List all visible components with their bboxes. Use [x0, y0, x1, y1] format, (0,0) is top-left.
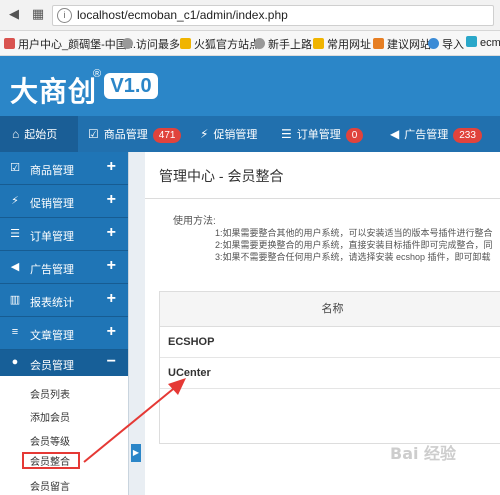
subnav-member-integration[interactable]: 会员整合: [22, 452, 80, 469]
page-title: 管理中心 - 会员整合: [159, 168, 284, 184]
members-subnav: 会员列表 添加会员 会员等级 会员整合 会员留言: [0, 376, 128, 495]
expand-icon[interactable]: +: [107, 224, 116, 242]
goods-count-badge: 471: [152, 128, 182, 143]
user-icon: ●: [11, 356, 19, 368]
sc-icon: [466, 36, 477, 47]
table-header-name: 名称: [160, 292, 500, 327]
bookmark-item[interactable]: 新手上路: [254, 36, 312, 52]
app-header: 大商创 ® V1.0: [0, 56, 500, 116]
collapse-icon[interactable]: −: [107, 353, 116, 371]
sidebar-item-articles[interactable]: ≡ 文章管理 +: [0, 317, 128, 350]
title-divider: [145, 198, 500, 199]
subnav-add-member[interactable]: 添加会员: [30, 409, 70, 424]
bookmark-item[interactable]: 导入: [428, 36, 464, 52]
expand-icon[interactable]: +: [107, 191, 116, 209]
subnav-member-list[interactable]: 会员列表: [30, 386, 70, 401]
logo-registered-mark: ®: [93, 68, 102, 80]
table-row[interactable]: UCenter: [160, 358, 500, 389]
sidebar-item-orders[interactable]: ☰ 订单管理 +: [0, 218, 128, 251]
info-icon[interactable]: i: [57, 8, 72, 23]
sidebar-collapse-strip: ▶: [128, 152, 145, 495]
sidebar-item-goods[interactable]: ☑ 商品管理 +: [0, 152, 128, 185]
topnav-orders[interactable]: ☰ 订单管理 0: [281, 116, 364, 152]
bolt-icon: ⚡: [200, 127, 209, 141]
bookmark-item[interactable]: ecm: [466, 36, 500, 49]
bookmark-item[interactable]: 用户中心_颜碉堡-中国...: [4, 36, 136, 52]
browser-address-bar: ◀ ▦ i localhost/ecmoban_c1/admin/index.p…: [0, 0, 500, 31]
usage-line: 3:如果不需要整合任何用户系统，请选择安装 ecshop 插件，即可卸载: [215, 252, 491, 262]
sidebar-item-reports[interactable]: ▥ 报表统计 +: [0, 284, 128, 317]
ads-count-badge: 233: [453, 128, 482, 143]
globe-icon: [428, 38, 439, 49]
subnav-member-level[interactable]: 会员等级: [30, 433, 70, 448]
check-icon: ☑: [88, 127, 99, 141]
usage-label: 使用方法:: [173, 216, 216, 227]
plugins-table: 名称 ECSHOP UCenter: [159, 291, 500, 444]
table-cell: UCenter: [168, 367, 211, 379]
watermark: Bai 经验: [390, 444, 457, 463]
bookmarks-bar: 用户中心_颜碉堡-中国... 访问最多 火狐官方站点 新手上路 常用网址 建议网…: [0, 31, 500, 56]
topnav-ads[interactable]: ◀ 广告管理 233: [390, 116, 482, 152]
expand-icon[interactable]: +: [107, 323, 116, 341]
folder-icon: [313, 38, 324, 49]
chart-icon: ▥: [9, 294, 21, 306]
gear-icon: [254, 38, 265, 49]
sidebar-item-ads[interactable]: ◀ 广告管理 +: [0, 251, 128, 284]
logo: 大商创: [10, 76, 98, 107]
bolt-icon: ⚡: [11, 195, 19, 207]
bookmark-item[interactable]: 火狐官方站点: [180, 36, 260, 52]
table-row[interactable]: ECSHOP: [160, 327, 500, 358]
topnav-goods[interactable]: ☑ 商品管理 471: [88, 116, 182, 152]
expand-icon[interactable]: +: [107, 158, 116, 176]
sidebar-collapse-button[interactable]: ▶: [131, 444, 141, 462]
url-input[interactable]: i localhost/ecmoban_c1/admin/index.php: [52, 5, 494, 26]
check-icon: ☑: [10, 162, 20, 174]
top-nav: ⌂ 起始页 ☑ 商品管理 471 ⚡ 促销管理 ☰ 订单管理 0 ◀ 广告管理 233: [0, 116, 500, 152]
list-icon: ☰: [281, 127, 292, 141]
bookmark-item[interactable]: 访问最多: [122, 36, 180, 52]
article-icon: ≡: [11, 326, 19, 338]
tabs-icon[interactable]: ▦: [30, 6, 46, 22]
speaker-icon: ◀: [390, 127, 400, 141]
topnav-home[interactable]: ⌂ 起始页: [0, 116, 78, 152]
version-badge: V1.0: [104, 73, 158, 99]
back-arrow-icon[interactable]: ◀: [6, 6, 22, 22]
subnav-member-messages[interactable]: 会员留言: [30, 478, 70, 493]
bookmark-item[interactable]: 建议网站: [373, 36, 431, 52]
orders-count-badge: 0: [345, 128, 364, 143]
sidebar-item-members[interactable]: ● 会员管理 −: [0, 350, 128, 377]
speaker-icon: ◀: [10, 261, 20, 273]
bookmark-item[interactable]: 常用网址: [313, 36, 371, 52]
expand-icon[interactable]: +: [107, 290, 116, 308]
bing-icon: [373, 38, 384, 49]
table-cell: ECSHOP: [168, 336, 215, 348]
url-text: localhost/ecmoban_c1/admin/index.php: [77, 8, 288, 22]
expand-icon[interactable]: +: [107, 257, 116, 275]
gear-icon: [122, 38, 133, 49]
home-icon: ⌂: [12, 127, 20, 141]
topnav-promotion[interactable]: ⚡ 促销管理: [200, 116, 257, 152]
user-center-icon: [4, 38, 15, 49]
sidebar-item-promotion[interactable]: ⚡ 促销管理 +: [0, 185, 128, 218]
list-icon: ☰: [10, 228, 20, 240]
folder-icon: [180, 38, 191, 49]
